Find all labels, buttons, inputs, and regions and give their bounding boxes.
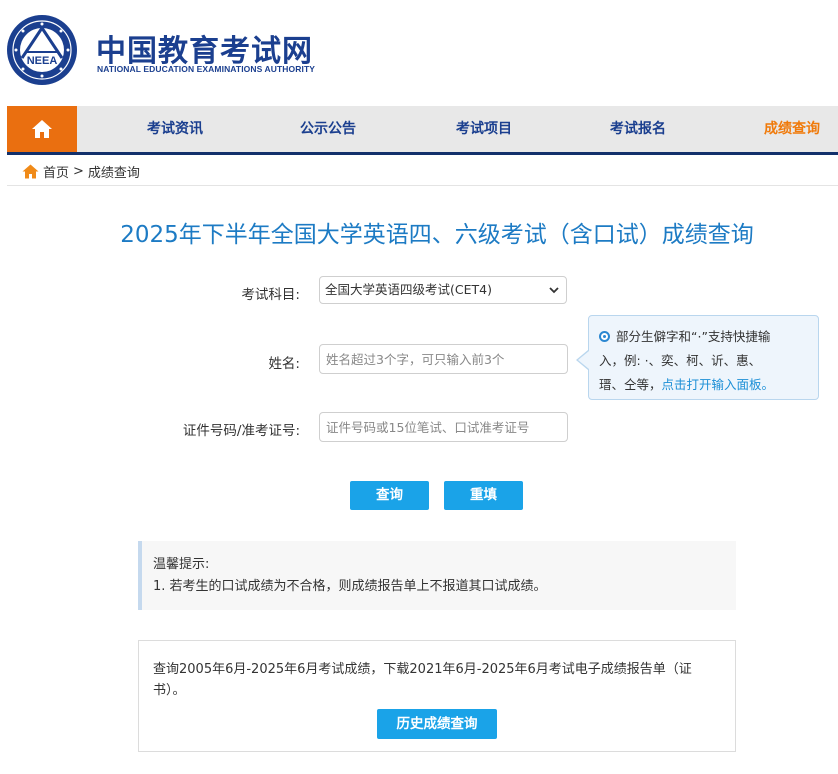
breadcrumb-divider xyxy=(7,185,838,186)
tip-line-1-text: 部分生僻字和“·”支持快捷输 xyxy=(616,329,771,344)
exam-subject-value: 全国大学英语四级考试(CET4) xyxy=(325,282,492,297)
breadcrumb-current: 成绩查询 xyxy=(87,165,140,181)
reset-button[interactable]: 重填 xyxy=(444,481,523,510)
reminder-title: 温馨提示: xyxy=(153,557,210,572)
main-nav: 考试资讯 公示公告 考试项目 考试报名 成绩查询 xyxy=(7,106,838,152)
nav-item-exam-news[interactable]: 考试资讯 xyxy=(110,106,240,152)
site-header: NEEA 中国教育考试网 NATIONAL EDUCATION EXAMINAT… xyxy=(0,0,838,104)
nav-home-button[interactable] xyxy=(7,106,77,152)
history-score-query-button[interactable]: 历史成绩查询 xyxy=(377,709,497,739)
name-input[interactable] xyxy=(319,344,568,374)
home-icon xyxy=(22,164,39,178)
history-description: 查询2005年6月-2025年6月考试成绩，下载2021年6月-2025年6月考… xyxy=(153,662,692,698)
site-logo-english: NATIONAL EDUCATION EXAMINATIONS AUTHORIT… xyxy=(97,64,316,74)
radio-icon xyxy=(599,331,610,342)
nav-item-exam-registration[interactable]: 考试报名 xyxy=(573,106,703,152)
tip-line-1: 部分生僻字和“·”支持快捷输 xyxy=(599,325,808,349)
exam-subject-select[interactable]: 全国大学英语四级考试(CET4) xyxy=(319,276,567,304)
neea-logo-emblem[interactable]: NEEA xyxy=(6,14,78,86)
chevron-down-icon xyxy=(549,287,559,294)
warm-reminder: 温馨提示: 1. 若考生的口试成绩为不合格，则成绩报告单上不报道其口试成绩。 xyxy=(138,541,736,610)
reminder-item: 1. 若考生的口试成绩为不合格，则成绩报告单上不报道其口试成绩。 xyxy=(153,579,547,594)
nav-item-score-query[interactable]: 成绩查询 xyxy=(727,106,838,152)
name-label: 姓名: xyxy=(268,356,300,372)
tip-line-2: 入，例: ·、奕、柯、䜣、惠、 xyxy=(599,353,762,368)
home-icon xyxy=(32,120,52,138)
tip-line-3-text: 瑨、仝等， xyxy=(599,377,662,392)
nav-item-announcements[interactable]: 公示公告 xyxy=(263,106,393,152)
nav-item-exam-projects[interactable]: 考试项目 xyxy=(419,106,549,152)
subject-label: 考试科目: xyxy=(241,287,300,303)
id-number-label: 证件号码/准考证号: xyxy=(182,423,300,439)
breadcrumb-home-link[interactable]: 首页 xyxy=(43,162,69,181)
logo-emblem-text: NEEA xyxy=(27,55,58,67)
breadcrumb-separator: > xyxy=(73,163,84,179)
tip-line-3: 瑨、仝等，点击打开输入面板。 xyxy=(599,373,808,397)
history-score-box: 查询2005年6月-2025年6月考试成绩，下载2021年6月-2025年6月考… xyxy=(138,640,736,752)
rare-character-tip: 部分生僻字和“·”支持快捷输 入，例: ·、奕、柯、䜣、惠、 瑨、仝等，点击打开… xyxy=(588,315,819,400)
nav-underline xyxy=(7,152,838,155)
tip-pointer-inner xyxy=(578,351,589,369)
open-input-panel-link[interactable]: 点击打开输入面板。 xyxy=(662,377,775,392)
breadcrumb: 首页 > 成绩查询 xyxy=(22,160,140,182)
query-button[interactable]: 查询 xyxy=(350,481,429,510)
id-number-input[interactable] xyxy=(319,412,568,442)
page-title: 2025年下半年全国大学英语四、六级考试（含口试）成绩查询 xyxy=(120,222,754,248)
